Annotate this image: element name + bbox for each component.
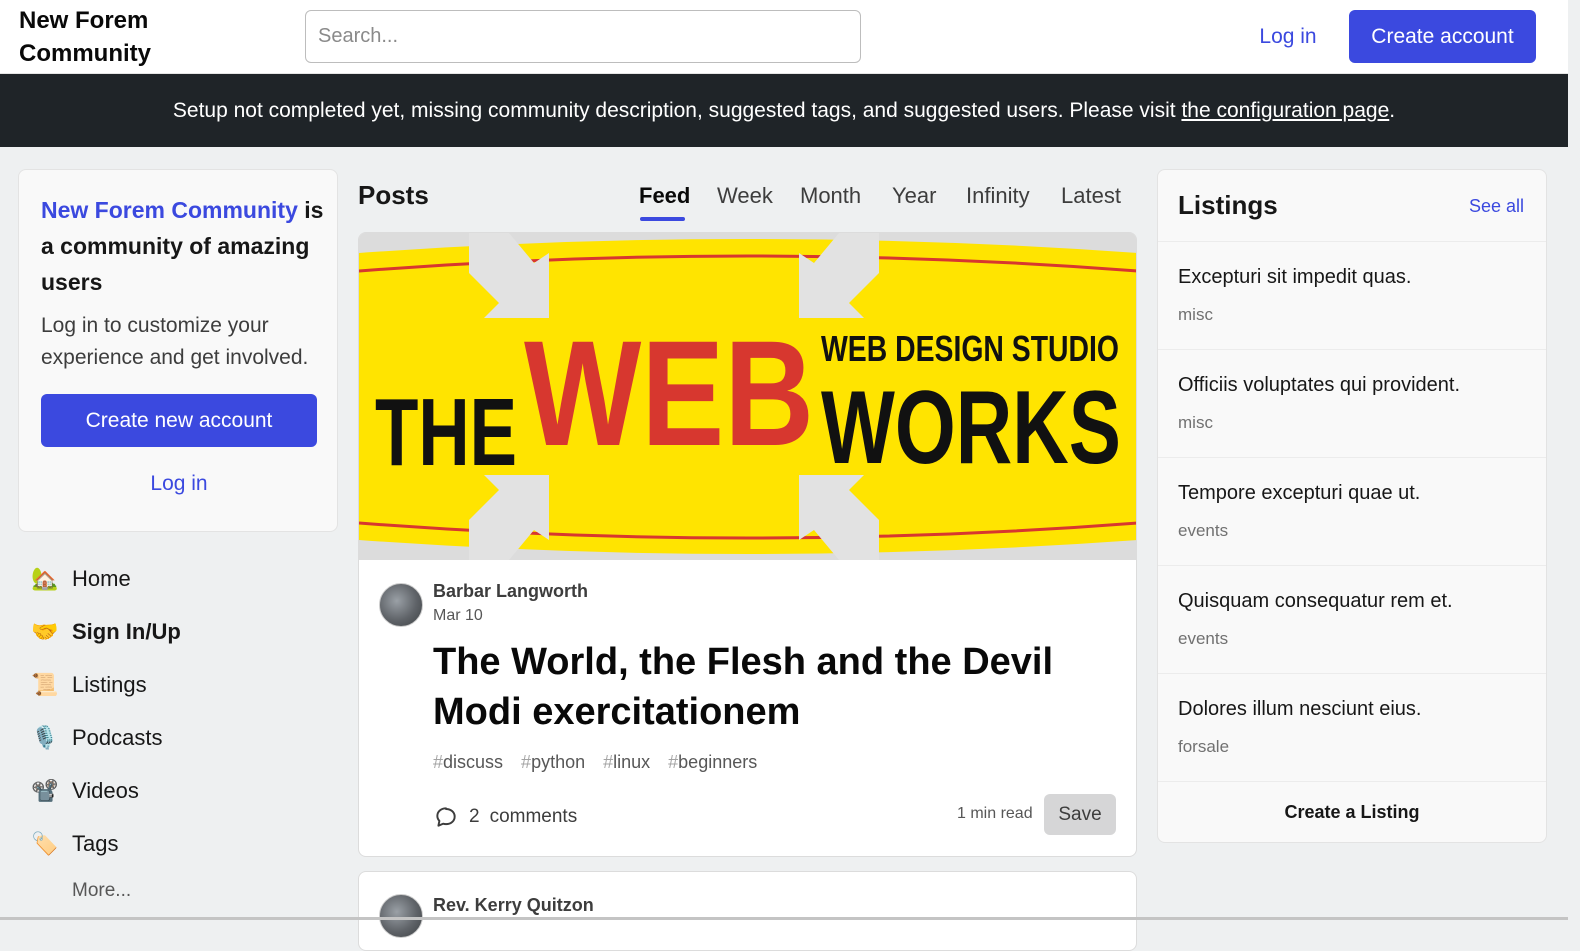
intro-login-link[interactable]: Log in <box>41 464 317 504</box>
sidebar-item-videos[interactable]: 📽️ Videos <box>18 764 338 817</box>
listing-category: events <box>1178 629 1229 648</box>
sidebar-item-podcasts[interactable]: 🎙️ Podcasts <box>18 711 338 764</box>
listing-category: misc <box>1178 305 1213 324</box>
sidebar-item-listings[interactable]: 📜 Listings <box>18 658 338 711</box>
cover-text-works: WORKS <box>821 370 1121 486</box>
sidebar-item-label: Tags <box>72 830 119 856</box>
listing-category: misc <box>1178 413 1213 432</box>
save-button[interactable]: Save <box>1044 794 1116 835</box>
author-name[interactable]: Rev. Kerry Quitzon <box>433 895 594 916</box>
listing-item[interactable]: Quisquam consequatur rem et. events <box>1158 566 1546 674</box>
community-intro-card: New Forem Community is a community of am… <box>18 169 338 532</box>
setup-banner-text: Setup not completed yet, missing communi… <box>172 99 1182 122</box>
sidebar-item-label: Videos <box>72 777 139 803</box>
sidebar-item-tags[interactable]: 🏷️ Tags <box>18 817 338 870</box>
create-new-account-button[interactable]: Create new account <box>41 394 317 447</box>
intro-brand-link[interactable]: New Forem Community <box>41 197 298 223</box>
bottom-divider <box>0 917 1568 920</box>
cover-text-web: WEB <box>524 309 814 477</box>
tab-feed[interactable]: Feed <box>639 183 690 209</box>
comments-link[interactable]: 2 comments <box>433 799 577 835</box>
read-time: 1 min read <box>957 805 1033 822</box>
tab-year[interactable]: Year <box>892 183 936 209</box>
label-icon: 🏷️ <box>31 830 59 856</box>
sidebar-item-label: Sign In/Up <box>72 618 181 644</box>
listing-title: Excepturi sit impedit quas. <box>1178 266 1412 288</box>
listing-category: events <box>1178 521 1229 540</box>
post-tags: #discuss #python #linux #beginners <box>433 752 757 773</box>
listings-title: Listings <box>1178 190 1278 220</box>
tab-infinity[interactable]: Infinity <box>966 183 1030 209</box>
tab-latest[interactable]: Latest <box>1061 183 1121 209</box>
sidebar-nav: 🏡 Home 🤝 Sign In/Up 📜 Listings 🎙️ Podcas… <box>18 552 338 870</box>
article-card[interactable]: THE WEB WEB DESIGN STUDIO WORKS Barbar L… <box>358 232 1137 857</box>
post-date[interactable]: Mar 10 <box>433 607 483 625</box>
listing-title: Quisquam consequatur rem et. <box>1178 590 1453 612</box>
setup-banner-suffix: . <box>1389 99 1396 122</box>
microphone-icon: 🎙️ <box>31 724 59 750</box>
listing-category: forsale <box>1178 737 1230 756</box>
author-name[interactable]: Barbar Langworth <box>433 581 588 602</box>
sidebar-item-home[interactable]: 🏡 Home <box>18 552 338 605</box>
create-listing-link[interactable]: Create a Listing <box>1158 782 1546 842</box>
sidebar-item-label: Podcasts <box>72 724 163 750</box>
listing-item[interactable]: Officiis voluptates qui provident. misc <box>1158 350 1546 458</box>
setup-banner: Setup not completed yet, missing communi… <box>0 74 1568 147</box>
sidebar-more-link[interactable]: More... <box>72 880 131 902</box>
sidebar-item-label: Home <box>72 565 131 591</box>
listing-item[interactable]: Excepturi sit impedit quas. misc <box>1158 242 1546 350</box>
tab-month[interactable]: Month <box>800 183 861 209</box>
comment-icon <box>436 807 456 827</box>
post-title[interactable]: The World, the Flesh and the Devil Modi … <box>433 637 1093 737</box>
comments-label: comments <box>489 806 578 827</box>
article-card[interactable]: Rev. Kerry Quitzon <box>358 871 1137 951</box>
posts-heading: Posts <box>358 180 429 210</box>
top-header: New Forem Community Log in Create accoun… <box>0 0 1568 74</box>
site-logo[interactable]: New Forem Community <box>19 4 219 70</box>
scroll-icon: 📜 <box>31 671 59 697</box>
see-all-listings-link[interactable]: See all <box>1469 196 1524 217</box>
listings-widget: Listings See all Excepturi sit impedit q… <box>1157 169 1547 843</box>
tag-link[interactable]: #beginners <box>668 752 757 773</box>
house-icon: 🏡 <box>31 565 59 591</box>
listing-title: Officiis voluptates qui provident. <box>1178 374 1461 396</box>
listing-item[interactable]: Dolores illum nesciunt eius. forsale <box>1158 674 1546 782</box>
listing-title: Tempore excepturi quae ut. <box>1178 482 1421 504</box>
search-input[interactable] <box>305 10 861 63</box>
tag-link[interactable]: #linux <box>603 752 650 773</box>
active-tab-indicator <box>640 217 685 221</box>
handshake-icon: 🤝 <box>31 618 59 644</box>
sidebar-item-sign-in[interactable]: 🤝 Sign In/Up <box>18 605 338 658</box>
cover-text-tagline: WEB DESIGN STUDIO <box>821 328 1119 369</box>
tab-week[interactable]: Week <box>717 183 773 209</box>
author-avatar[interactable] <box>379 894 423 938</box>
create-account-button[interactable]: Create account <box>1349 10 1536 63</box>
web-works-cover-graphic: THE WEB WEB DESIGN STUDIO WORKS <box>359 233 1136 560</box>
tag-link[interactable]: #discuss <box>433 752 503 773</box>
listing-item[interactable]: Tempore excepturi quae ut. events <box>1158 458 1546 566</box>
article-cover-image[interactable]: THE WEB WEB DESIGN STUDIO WORKS <box>359 233 1136 560</box>
configuration-page-link[interactable]: the configuration page <box>1181 99 1389 122</box>
cover-text-the: THE <box>375 379 517 486</box>
header-login-link[interactable]: Log in <box>1246 10 1330 63</box>
tag-link[interactable]: #python <box>521 752 585 773</box>
sidebar-item-label: Listings <box>72 671 147 697</box>
author-avatar[interactable] <box>379 583 423 627</box>
listing-title: Dolores illum nesciunt eius. <box>1178 698 1422 720</box>
intro-title: New Forem Community is a community of am… <box>41 192 326 300</box>
intro-subtitle: Log in to customize your experience and … <box>41 314 309 369</box>
listings-header: Listings See all <box>1158 170 1546 242</box>
comments-count: 2 <box>469 806 480 827</box>
film-projector-icon: 📽️ <box>31 777 59 803</box>
